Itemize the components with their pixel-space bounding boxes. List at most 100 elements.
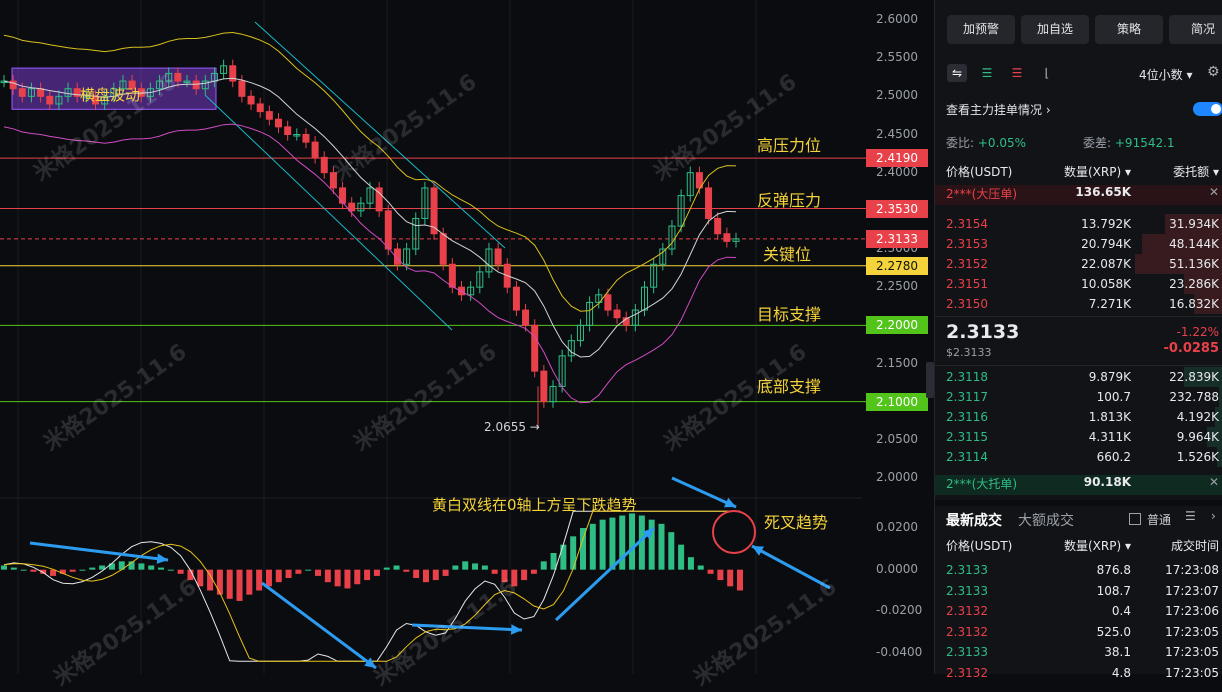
macd-bar [600, 520, 606, 570]
depth-view-icon[interactable]: ⌊ [1037, 64, 1057, 82]
macd-bar [384, 568, 390, 570]
main-orders-link[interactable]: 查看主力挂单情况 › [946, 101, 1051, 118]
macd-bar [11, 568, 17, 570]
y-tick-label: 2.4500 [876, 127, 918, 141]
add-watchlist-button[interactable]: 加自选 [1021, 15, 1089, 44]
macd-bar [443, 570, 449, 576]
candle-body [614, 310, 620, 318]
candle-body [340, 188, 346, 203]
big-ask-qty: 136.65K [1075, 185, 1131, 199]
ask-price: 2.3154 [946, 214, 988, 234]
last-price-block: 2.3133 $2.3133 -1.22% -0.0285 [935, 316, 1222, 366]
y-tick-label: 2.5500 [876, 50, 918, 64]
level-price-tag: 2.4190 [866, 149, 928, 167]
ask-total: 23.286K [1169, 274, 1219, 294]
death-cross-circle [713, 511, 755, 553]
big-bid-row[interactable]: 2***(大托单) 90.18K ✕ [935, 475, 1222, 495]
candle-body [706, 188, 712, 219]
candle-body [349, 203, 355, 211]
ask-row[interactable]: 2.315320.794K48.144K [935, 234, 1222, 254]
candle-body [38, 89, 44, 97]
decimals-value: 4位小数 [1139, 68, 1183, 82]
macd-bar [138, 563, 144, 569]
macd-bar [325, 570, 331, 583]
close-icon[interactable]: ✕ [1209, 475, 1219, 489]
trade-time: 17:23:08 [1165, 560, 1219, 580]
bid-qty: 4.311K [1089, 427, 1131, 447]
asks-view-icon[interactable]: ☰ [1007, 64, 1027, 82]
macd-bar [237, 570, 243, 601]
bids-view-icon[interactable]: ☰ [977, 64, 997, 82]
trade-row: 2.3132525.017:23:05 [935, 622, 1222, 642]
trade-time-header: 成交时间 [1171, 536, 1219, 556]
ask-row[interactable]: 2.315110.058K23.286K [935, 274, 1222, 294]
trade-qty-header[interactable]: 数量(XRP) ▾ [1064, 536, 1131, 556]
bid-row[interactable]: 2.3114660.21.526K [935, 447, 1222, 467]
trade-time: 17:23:07 [1165, 581, 1219, 601]
strategy-button[interactable]: 策略 [1095, 15, 1163, 44]
trade-row: 2.313338.117:23:05 [935, 642, 1222, 662]
level-price-tag: 2.3133 [866, 230, 928, 248]
trade-price: 2.3132 [946, 601, 988, 621]
macd-bar [423, 570, 429, 583]
tab-large-trades[interactable]: 大额成交 [1018, 510, 1074, 530]
main-orders-toggle[interactable] [1193, 102, 1222, 116]
candle-body [257, 104, 263, 112]
candle-body [303, 135, 309, 143]
bid-price: 2.3115 [946, 427, 988, 447]
total-header[interactable]: 委托额 ▾ [1173, 162, 1219, 182]
bid-row[interactable]: 2.31154.311K9.964K [935, 427, 1222, 447]
macd-bar [30, 570, 36, 572]
macd-bar [472, 563, 478, 569]
trade-price: 2.3132 [946, 663, 988, 683]
macd-bar [1, 566, 7, 570]
ask-row[interactable]: 2.31507.271K16.832K [935, 294, 1222, 314]
macd-bar [374, 570, 380, 576]
bid-row[interactable]: 2.31189.879K22.839K [935, 367, 1222, 387]
bid-qty: 100.7 [1097, 387, 1131, 407]
arrow-3-head [511, 624, 522, 634]
macd-bar [109, 563, 115, 569]
close-icon[interactable]: ✕ [1209, 185, 1219, 199]
level-price-tag: 2.3530 [866, 200, 928, 218]
ask-row[interactable]: 2.315222.087K51.136K [935, 254, 1222, 274]
trade-row: 2.31320.417:23:06 [935, 601, 1222, 621]
filter-icon[interactable]: ☰ [1185, 509, 1196, 523]
big-ask-row[interactable]: 2***(大压单) 136.65K ✕ [935, 185, 1222, 205]
kline-chart-area[interactable]: 2.60002.55002.50002.45002.40002.35002.30… [0, 0, 932, 674]
macd-bar [227, 570, 233, 599]
macd-bar [305, 570, 311, 571]
macd-bar [629, 513, 635, 569]
bid-row[interactable]: 2.31161.813K4.192K [935, 407, 1222, 427]
macd-bar [531, 570, 537, 574]
macd-bar [364, 570, 370, 580]
macd-bar [178, 570, 184, 574]
trade-price: 2.3133 [946, 642, 988, 662]
ask-total: 31.934K [1169, 214, 1219, 234]
overview-button[interactable]: 简况 [1169, 15, 1222, 44]
panel-collapse-handle[interactable] [926, 362, 934, 398]
ask-row[interactable]: 2.315413.792K31.934K [935, 214, 1222, 234]
bid-total: 4.192K [1177, 407, 1219, 427]
macd-bar [276, 570, 282, 583]
more-icon[interactable]: › [1211, 509, 1216, 523]
macd-bar [452, 566, 458, 570]
tab-latest-trades[interactable]: 最新成交 [946, 510, 1002, 530]
qty-header[interactable]: 数量(XRP) ▾ [1064, 162, 1131, 182]
ask-qty: 20.794K [1081, 234, 1131, 254]
decimals-select[interactable]: 4位小数 ▾ [1139, 66, 1193, 83]
macd-bar [315, 570, 321, 576]
normal-checkbox[interactable] [1129, 513, 1141, 525]
ask-qty: 7.271K [1089, 294, 1131, 314]
macd-bar [590, 524, 596, 570]
settings-icon[interactable]: ⚙ [1207, 64, 1220, 80]
candle-body [321, 157, 327, 172]
bid-qty: 660.2 [1097, 447, 1131, 467]
trade-time: 17:23:05 [1165, 642, 1219, 662]
both-sides-view-icon[interactable]: ⇋ [947, 64, 967, 82]
trades-header: 价格(USDT) 数量(XRP) ▾ 成交时间 [935, 536, 1222, 556]
channel-upper-line [255, 22, 505, 248]
bid-row[interactable]: 2.3117100.7232.788 [935, 387, 1222, 407]
set-alert-button[interactable]: 加预警 [947, 15, 1015, 44]
trade-row: 2.31324.817:23:05 [935, 663, 1222, 683]
